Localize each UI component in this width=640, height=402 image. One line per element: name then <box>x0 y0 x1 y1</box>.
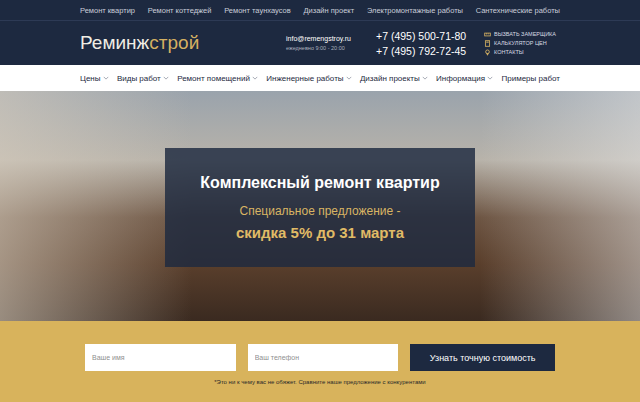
top-link[interactable]: Дизайн проект <box>303 6 354 15</box>
hero: Комплексный ремонт квартир Специальное п… <box>0 91 640 321</box>
nav-item[interactable]: Информация <box>436 74 493 83</box>
hours: ежедневно 9:00 - 20:00 <box>286 45 376 51</box>
hero-title: Комплексный ремонт квартир <box>200 174 439 192</box>
top-link[interactable]: Сантехнические работы <box>476 6 560 15</box>
chevron-down-icon <box>163 76 169 80</box>
form-field[interactable] <box>85 344 236 371</box>
quick-link[interactable]: ВЫЗВАТЬ ЗАМЕРЩИКА <box>484 31 560 38</box>
form-field[interactable] <box>248 344 399 371</box>
main-nav: Цены Виды работ Ремонт помещений Инженер… <box>0 65 640 91</box>
quick-links: ВЫЗВАТЬ ЗАМЕРЩИКА КАЛЬКУЛЯТОР ЦЕН КОНТАК… <box>484 31 560 56</box>
discount-text: скидка 5% до 31 марта <box>236 224 404 241</box>
header: Реминжстрой info@remengstroy.ru ежедневн… <box>0 21 640 65</box>
chevron-down-icon <box>487 76 493 80</box>
nav-item[interactable]: Ремонт помещений <box>177 74 258 83</box>
offer-box: Комплексный ремонт квартир Специальное п… <box>165 148 475 267</box>
contact-info: info@remengstroy.ru ежедневно 9:00 - 20:… <box>286 35 376 51</box>
submit-button[interactable]: Узнать точную стоимость <box>410 344 555 371</box>
nav-item[interactable]: Виды работ <box>117 74 169 83</box>
nav-item[interactable]: Инженерные работы <box>266 74 351 83</box>
form-note: *Это ни к чему вас не обяжет. Сравните н… <box>214 379 425 385</box>
top-link[interactable]: Электромонтажные работы <box>367 6 463 15</box>
phone[interactable]: +7 (495) 500-71-80 <box>376 30 484 42</box>
logo[interactable]: Реминжстрой <box>80 32 286 54</box>
nav-item[interactable]: Примеры работ <box>501 74 559 83</box>
quick-link[interactable]: КОНТАКТЫ <box>484 49 560 56</box>
top-link[interactable]: Ремонт таунхаусов <box>224 6 291 15</box>
pin-icon <box>484 49 491 56</box>
top-link[interactable]: Ремонт квартир <box>80 6 135 15</box>
chevron-down-icon <box>346 76 352 80</box>
phone[interactable]: +7 (495) 792-72-45 <box>376 45 484 57</box>
chevron-down-icon <box>103 76 109 80</box>
offer-text: Специальное предложение - <box>240 204 401 218</box>
phones: +7 (495) 500-71-80 +7 (495) 792-72-45 <box>376 30 484 57</box>
calculator-icon <box>484 40 491 47</box>
top-bar: Ремонт квартир Ремонт коттеджей Ремонт тау… <box>0 0 640 21</box>
quick-link[interactable]: КАЛЬКУЛЯТОР ЦЕН <box>484 40 560 47</box>
nav-item[interactable]: Цены <box>80 74 109 83</box>
email[interactable]: info@remengstroy.ru <box>286 35 376 42</box>
chevron-down-icon <box>422 76 428 80</box>
nav-item[interactable]: Дизайн проекты <box>360 74 428 83</box>
request-form: Узнать точную стоимость *Это ни к чему в… <box>0 321 640 402</box>
measure-icon <box>484 31 491 38</box>
page: Ремонт квартир Ремонт коттеджей Ремонт тау… <box>0 0 640 402</box>
top-link[interactable]: Ремонт коттеджей <box>148 6 212 15</box>
chevron-down-icon <box>252 76 258 80</box>
